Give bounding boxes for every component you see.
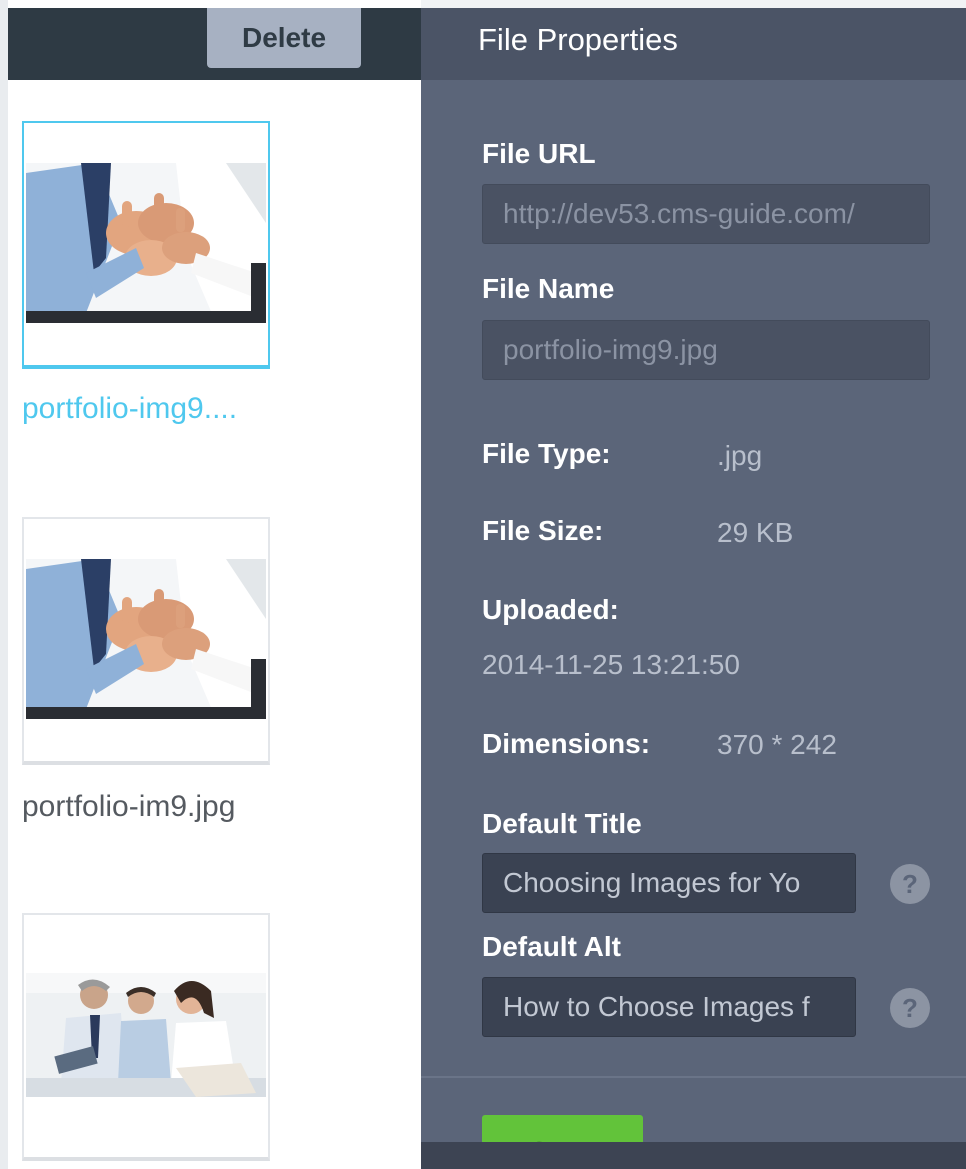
file-manager-window: Delete portfolio-img9.... portfolio-im9.… [0, 0, 966, 1169]
file-name-label: File Name [482, 273, 615, 304]
file-name-link[interactable]: portfolio-im9.jpg [22, 790, 235, 824]
footer-divider [421, 1076, 966, 1078]
dimensions-label: Dimensions: [482, 728, 651, 759]
file-url-field[interactable] [482, 184, 930, 244]
help-icon[interactable]: ? [890, 988, 930, 1028]
default-title-field[interactable] [482, 853, 856, 913]
thumbs-up-team-photo [26, 559, 266, 719]
file-type-value: .jpg [717, 440, 763, 471]
default-alt-field[interactable] [482, 977, 856, 1037]
dimensions-value: 370 * 242 [717, 729, 837, 760]
file-url-label: File URL [482, 138, 596, 169]
business-meeting-photo [26, 973, 266, 1097]
file-card[interactable] [22, 517, 270, 765]
help-icon[interactable]: ? [890, 864, 930, 904]
default-alt-label: Default Alt [482, 931, 621, 962]
bottom-bar [421, 1142, 966, 1169]
file-card-selected[interactable] [22, 121, 270, 369]
file-properties-panel: File Properties File URL File Name File … [421, 8, 966, 1169]
uploaded-value: 2014-11-25 13:21:50 [482, 649, 740, 680]
file-name-link[interactable]: portfolio-img9.... [22, 392, 237, 426]
file-type-label: File Type: [482, 438, 611, 469]
file-name-field[interactable] [482, 320, 930, 380]
file-grid-pane: Delete portfolio-img9.... portfolio-im9.… [0, 0, 421, 1169]
default-title-label: Default Title [482, 808, 642, 839]
delete-button[interactable]: Delete [207, 8, 361, 68]
file-size-label: File Size: [482, 515, 604, 546]
thumbs-up-team-photo [26, 163, 266, 323]
file-card[interactable] [22, 913, 270, 1161]
panel-header: File Properties [421, 8, 966, 80]
uploaded-label: Uploaded: [482, 594, 619, 625]
file-size-value: 29 KB [717, 517, 794, 548]
panel-title: File Properties [478, 22, 678, 57]
